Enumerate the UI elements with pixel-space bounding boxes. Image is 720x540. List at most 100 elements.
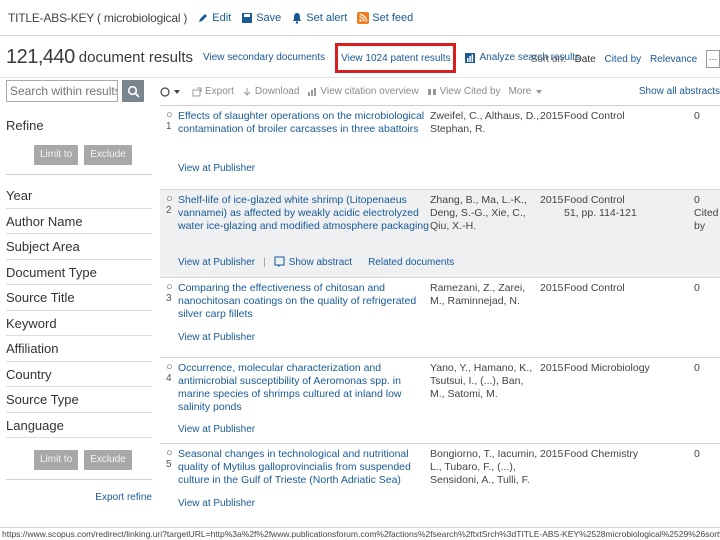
sort-label: Sort on: [530,53,566,65]
document-source[interactable]: Food Control [564,282,684,295]
search-icon [127,85,140,98]
view-cited-by-label: View Cited by [439,86,501,97]
document-year: 2015 [540,448,564,460]
document-cited-by[interactable]: 0 Cited by [694,194,720,233]
row-checkbox[interactable]: ○ 3 [166,282,176,305]
export-icon [192,87,202,96]
set-alert-button[interactable]: Set alert [291,12,347,24]
save-button[interactable]: Save [241,12,281,24]
row-checkbox[interactable]: ○ 5 [166,448,176,471]
row-number: 3 [166,293,172,304]
set-alert-label: Set alert [306,11,348,24]
divider: | [263,256,266,268]
refine-sidebar: Refine Limit to Exclude Year Author Name… [6,78,152,503]
document-authors[interactable]: Zhang, B., Ma, L.-K., Deng, S.-G., Xie, … [430,194,540,233]
row-links: View at Publisher | Show abstract Relate… [178,256,462,268]
document-cited-by[interactable]: 0 [694,282,720,295]
facet-source-title[interactable]: Source Title [6,285,152,311]
citation-overview-label: View citation overview [320,86,419,97]
rss-icon [357,11,370,24]
view-at-publisher-link[interactable]: View at Publisher [178,332,255,343]
export-refine-link[interactable]: Export refine [6,492,152,503]
document-year: 2015 [540,194,564,206]
result-row: ○ 3 Comparing the effectiveness of chitos… [160,278,720,358]
row-number: 5 [166,459,172,470]
document-authors[interactable]: Bongiorno, T., Iacumin, L., Tubaro, F., … [430,448,540,487]
facet-affiliation[interactable]: Affiliation [6,336,152,362]
results-toolbar: Export Download View citation overview V… [160,78,720,106]
source-detail: 51, pp. 114-121 [564,207,637,219]
limit-to-button[interactable]: Limit to [34,145,79,165]
document-year: 2015 [540,282,564,294]
more-sort-button[interactable]: ... [706,50,720,68]
search-query: TITLE-ABS-KEY ( microbiological ) [8,10,188,25]
document-title-link[interactable]: Seasonal changes in technological and nu… [178,448,430,487]
facet-author-name[interactable]: Author Name [6,209,152,234]
related-documents-link[interactable]: Related documents [368,257,454,268]
set-feed-button[interactable]: Set feed [357,11,413,24]
sort-options: Sort on: Date Cited by Relevance ... [525,50,720,68]
row-checkbox[interactable]: ○ 1 [166,110,176,133]
sort-date[interactable]: Date [575,54,596,65]
document-title-link[interactable]: Shelf-life of ice-glazed white shrimp (L… [178,194,430,233]
facet-country[interactable]: Country [6,362,152,387]
document-cited-by[interactable]: 0 [694,362,720,375]
exclude-button-bottom[interactable]: Exclude [84,450,132,470]
document-title-link[interactable]: Occurrence, molecular characterization a… [178,362,430,414]
document-authors[interactable]: Yano, Y., Hamano, K., Tsutsui, I., (...)… [430,362,540,401]
row-number: 2 [166,205,172,216]
document-source[interactable]: Food Chemistry [564,448,684,461]
select-all-dropdown[interactable] [160,86,184,97]
document-cited-by[interactable]: 0 [694,448,720,461]
document-title-link[interactable]: Effects of slaughter operations on the m… [178,110,430,136]
show-abstract-link[interactable]: Show abstract [274,256,360,268]
facet-keyword[interactable]: Keyword [6,311,152,336]
document-authors[interactable]: Zweifel, C., Althaus, D., Stephan, R. [430,110,540,136]
download-button[interactable]: Download [242,86,299,97]
show-abstract-label: Show abstract [288,256,353,268]
refine-buttons-bottom: Limit to Exclude [6,438,152,480]
document-source[interactable]: Food Microbiology [564,362,684,375]
bar-chart-icon [465,52,476,63]
sort-cited-by[interactable]: Cited by [604,54,641,65]
save-label: Save [256,11,282,24]
more-dropdown[interactable]: More [509,86,547,97]
view-at-publisher-link[interactable]: View at Publisher [178,163,255,174]
view-secondary-documents-link[interactable]: View secondary documents [203,52,325,63]
view-at-publisher-link[interactable]: View at Publisher [178,498,255,509]
facet-language[interactable]: Language [6,413,152,438]
sort-relevance[interactable]: Relevance [650,54,697,65]
document-title-link[interactable]: Comparing the effectiveness of chitosan … [178,282,430,321]
facet-subject-area[interactable]: Subject Area [6,234,152,260]
document-source[interactable]: Food Control [564,110,684,123]
result-row: ○ 4 Occurrence, molecular characterizatio… [160,358,720,444]
view-patent-results-link[interactable]: View 1024 patent results [341,53,450,64]
search-within-input[interactable] [6,80,118,102]
checkbox-icon [160,86,170,97]
facet-year[interactable]: Year [6,183,152,209]
export-button[interactable]: Export [192,86,234,97]
view-at-publisher-link[interactable]: View at Publisher [178,424,255,435]
search-within-button[interactable] [122,80,144,102]
row-checkbox[interactable]: ○ 2 [166,194,176,217]
row-checkbox[interactable]: ○ 4 [166,362,176,385]
facet-source-type[interactable]: Source Type [6,387,152,413]
show-all-abstracts-link[interactable]: Show all abstracts [639,86,720,97]
download-icon [243,87,251,96]
document-cited-by[interactable]: 0 [694,110,720,123]
browser-status-bar: https://www.scopus.com/redirect/linking.… [0,527,720,540]
edit-button[interactable]: Edit [197,12,231,24]
document-year: 2015 [540,362,564,374]
document-source[interactable]: Food Control 51, pp. 114-121 [564,194,684,220]
save-icon [242,12,253,23]
view-at-publisher-link[interactable]: View at Publisher [178,257,255,268]
facet-document-type[interactable]: Document Type [6,260,152,285]
chevron-down-icon [174,89,180,94]
limit-to-button-bottom[interactable]: Limit to [34,450,79,470]
more-label: More [508,86,532,97]
view-cited-by-button[interactable]: View Cited by [427,86,501,97]
document-authors[interactable]: Ramezani, Z., Zarei, M., Raminnejad, N. [430,282,540,308]
exclude-button[interactable]: Exclude [84,145,132,165]
citation-overview-button[interactable]: View citation overview [307,86,419,97]
search-query-bar: TITLE-ABS-KEY ( microbiological ) Edit S… [0,0,720,36]
